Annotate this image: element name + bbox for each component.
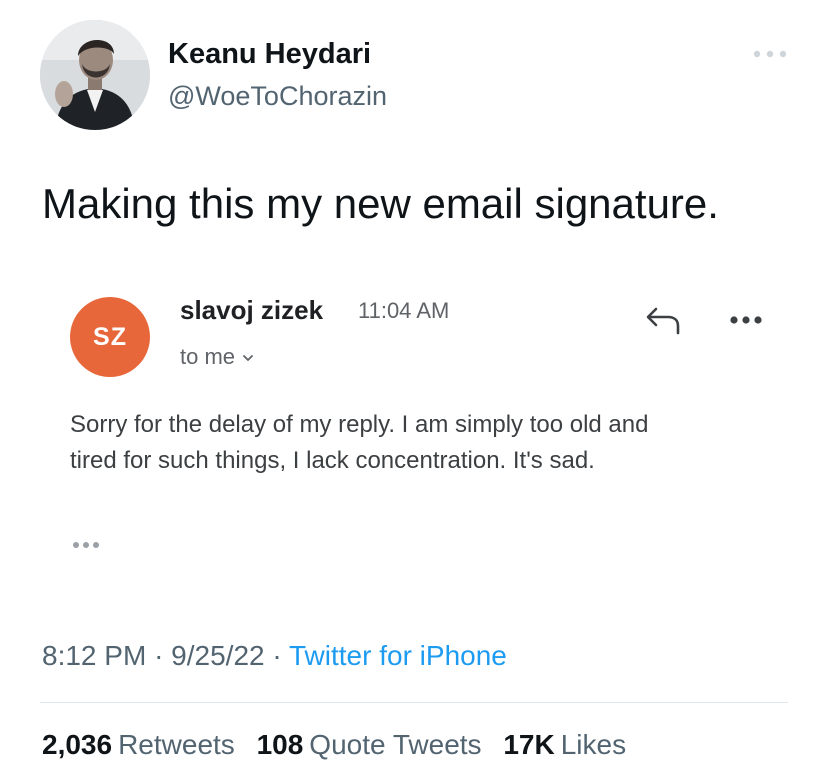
author-avatar-image	[40, 20, 150, 130]
chevron-down-icon	[243, 355, 253, 362]
likes-stat[interactable]: 17K Likes	[503, 729, 626, 760]
email-time: 11:04 AM	[358, 298, 450, 323]
author-avatar[interactable]	[40, 20, 150, 130]
trimmed-content-icon[interactable]	[68, 538, 108, 552]
tweet-stats: 2,036 Retweets 108 Quote Tweets 17K Likes	[42, 729, 640, 761]
tweet-source-link[interactable]: Twitter for iPhone	[289, 640, 507, 671]
recipient-label: to me	[180, 344, 236, 369]
more-horizontal-icon[interactable]	[748, 44, 792, 64]
email-body: Sorry for the delay of my reply. I am si…	[70, 407, 790, 479]
email-body-line: tired for such things, I lack concentrat…	[70, 447, 595, 474]
sender-avatar[interactable]: SZ	[70, 297, 150, 377]
divider	[40, 702, 788, 703]
quote-tweets-stat[interactable]: 108 Quote Tweets	[257, 729, 482, 760]
quote-tweets-label: Quote Tweets	[309, 729, 482, 760]
retweets-stat[interactable]: 2,036 Retweets	[42, 729, 235, 760]
tweet-time[interactable]: 8:12 PM	[42, 640, 146, 671]
recipient-toggle[interactable]: to me	[180, 344, 255, 370]
email-body-line: Sorry for the delay of my reply. I am si…	[70, 411, 649, 438]
meta-separator: ·	[154, 640, 164, 671]
more-horizontal-icon[interactable]	[726, 312, 766, 328]
sender-name: slavoj zizek	[180, 295, 324, 325]
author-name[interactable]: Keanu Heydari	[168, 38, 371, 71]
author-handle[interactable]: @WoeToChorazin	[168, 81, 387, 112]
retweets-label: Retweets	[118, 729, 235, 760]
quote-tweets-count: 108	[256, 729, 304, 760]
retweets-count: 2,036	[42, 729, 113, 760]
tweet-text: Making this my new email signature.	[42, 180, 719, 227]
likes-label: Likes	[560, 729, 627, 760]
meta-separator: ·	[272, 640, 282, 671]
email-screenshot: SZ slavoj zizek 11:04 AM to me Sorry for…	[40, 268, 800, 598]
reply-icon[interactable]	[640, 306, 684, 336]
likes-count: 17K	[503, 729, 555, 760]
tweet-date[interactable]: 9/25/22	[171, 640, 264, 671]
tweet-meta: 8:12 PM · 9/25/22 · Twitter for iPhone	[42, 640, 507, 672]
